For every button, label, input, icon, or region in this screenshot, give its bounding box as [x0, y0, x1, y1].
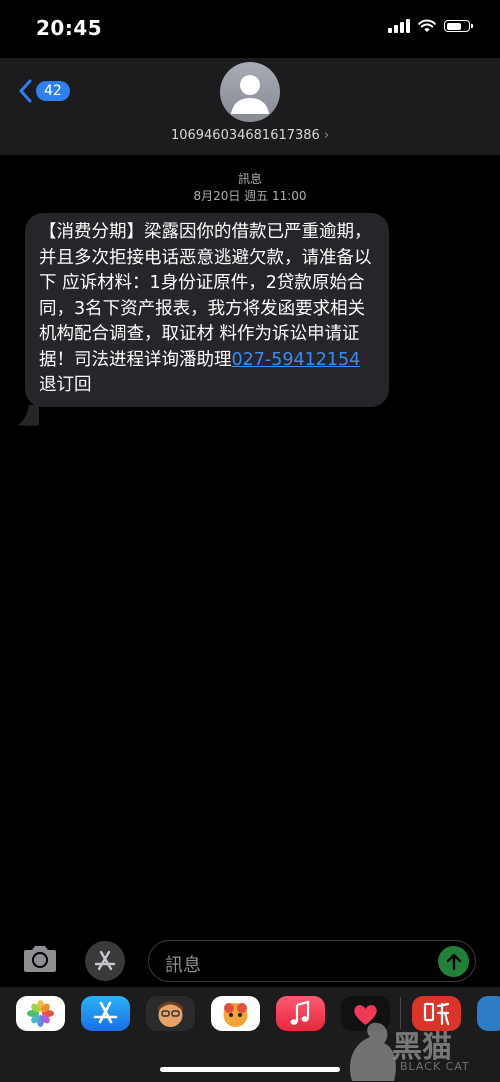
- conversation-header: 42 106946034681617386 ›: [0, 58, 500, 155]
- phone-number-link[interactable]: 027-59412154: [232, 350, 361, 370]
- message-input[interactable]: 訊息: [148, 940, 476, 982]
- message-input-placeholder: 訊息: [165, 955, 201, 976]
- music-icon[interactable]: [276, 996, 325, 1031]
- status-bar: 20:45: [0, 0, 500, 58]
- cellular-signal-icon: [388, 19, 410, 33]
- send-button[interactable]: [438, 946, 469, 977]
- photos-icon[interactable]: [16, 996, 65, 1031]
- photos-petals: [27, 1000, 54, 1027]
- apps-button[interactable]: [85, 941, 125, 981]
- message-suffix: 退订回: [39, 375, 92, 395]
- music-note: [290, 1000, 310, 1025]
- animoji-icon[interactable]: [211, 996, 260, 1031]
- contact-avatar[interactable]: [220, 62, 280, 122]
- battery-icon: [444, 20, 473, 32]
- service-label: 訊息: [237, 172, 262, 186]
- compose-bar: 訊息: [0, 935, 500, 987]
- watermark-subtext: BLACK CAT: [400, 1060, 470, 1073]
- memoji-face: [158, 1001, 183, 1027]
- back-button[interactable]: 42: [18, 79, 70, 103]
- app-store-icon: [94, 950, 116, 971]
- camera-icon[interactable]: [21, 944, 59, 974]
- chevron-left-icon: [19, 79, 32, 103]
- person-icon: [231, 75, 269, 114]
- memoji-icon[interactable]: [146, 996, 195, 1031]
- animoji-face: [223, 1003, 248, 1027]
- message-timestamp: 8月20日 週五 11:00: [193, 189, 307, 203]
- app-store-glyph: [93, 1001, 118, 1024]
- bubble-tail: [17, 405, 39, 426]
- incoming-message-bubble[interactable]: 【消费分期】梁露因你的借款已严重逾期，并且多次拒接电话恶意逃避欠款，请准备以下 …: [25, 213, 389, 407]
- chevron-right-icon: ›: [323, 128, 330, 143]
- status-time: 20:45: [36, 16, 103, 40]
- contact-number[interactable]: 106946034681617386 ›: [0, 128, 500, 143]
- home-indicator: [160, 1067, 340, 1072]
- status-icons: [388, 19, 473, 33]
- contact-number-text: 106946034681617386: [170, 128, 320, 143]
- arrow-up-icon: [446, 953, 461, 970]
- message-text: 【消费分期】梁露因你的借款已严重逾期，并且多次拒接电话恶意逃避欠款，请准备以下 …: [39, 222, 372, 370]
- unread-count-badge: 42: [36, 81, 70, 101]
- app-store-app-icon[interactable]: [81, 996, 130, 1031]
- wifi-icon: [418, 19, 436, 32]
